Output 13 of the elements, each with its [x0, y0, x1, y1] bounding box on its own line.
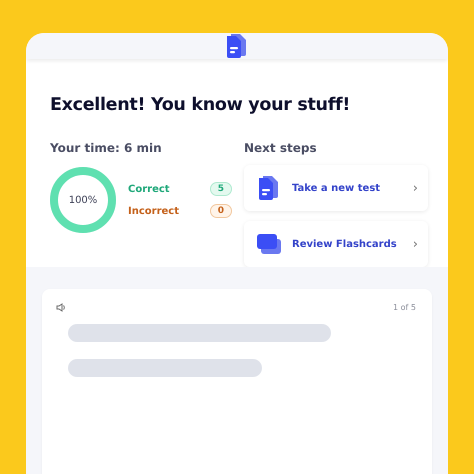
result-label: Correct	[128, 184, 170, 194]
next-steps-heading: Next steps	[244, 141, 318, 155]
flashcards-icon	[256, 233, 282, 255]
result-heading: Excellent! You know your stuff!	[50, 95, 352, 115]
score-percent: 100%	[68, 194, 98, 206]
result-label: Incorrect	[128, 206, 179, 216]
result-count: 5	[210, 182, 232, 196]
next-step-item[interactable]: Take a new test ›	[244, 165, 428, 211]
next-step-item[interactable]: Review Flashcards ›	[244, 221, 428, 267]
time-label: Your time: 6 min	[50, 141, 163, 155]
speaker-icon[interactable]	[56, 303, 66, 312]
result-count: 0	[210, 204, 232, 218]
question-counter: 1 of 5	[393, 303, 416, 312]
